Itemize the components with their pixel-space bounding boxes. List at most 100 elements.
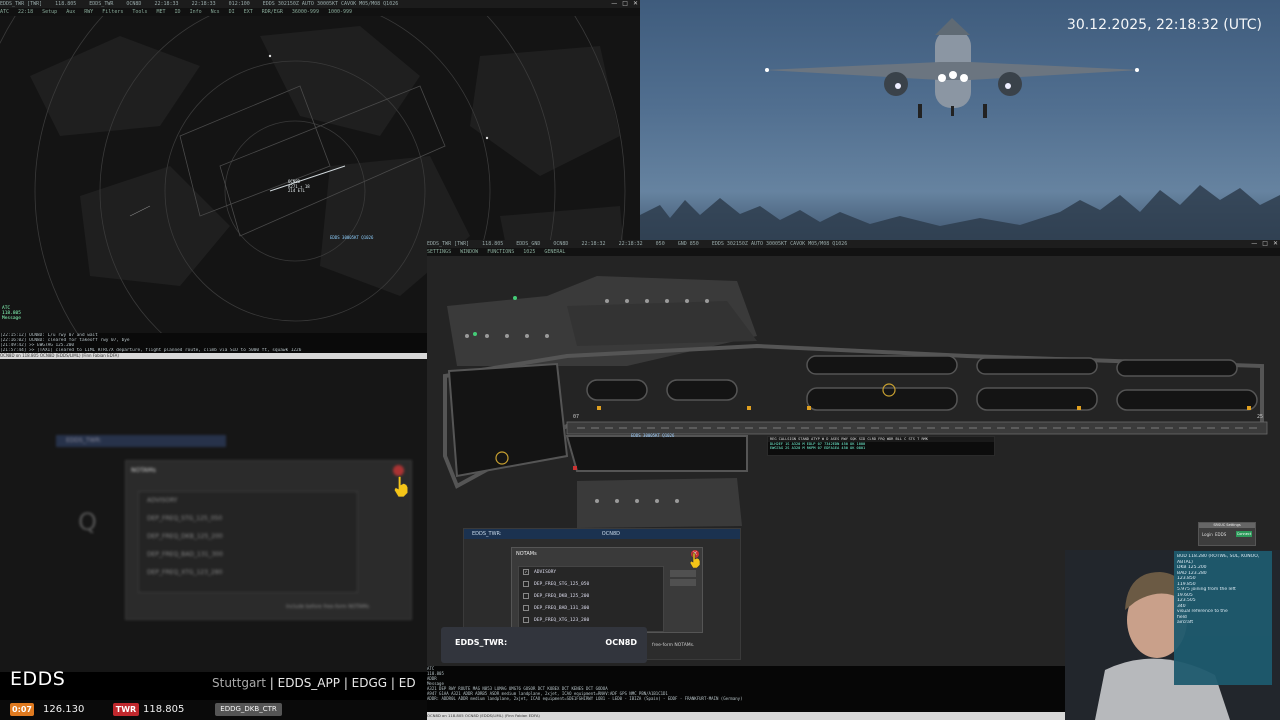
menu-time: 22:18 [18, 9, 34, 15]
camera-feed: 30.12.2025, 22:18:32 (UTC) [640, 0, 1280, 240]
checkbox-icon[interactable] [523, 616, 529, 623]
aircraft-label[interactable]: OCN8D A271 ↑ 18 214 ETL [288, 179, 310, 194]
menu-general[interactable]: GENERAL [544, 249, 565, 255]
login-station: EDDS [1215, 532, 1227, 537]
svg-text:25: 25 [1257, 414, 1263, 420]
frequency-value: 126.130 [43, 704, 85, 715]
notam-row[interactable]: DEP_FREQ_XTG_123_280 [519, 615, 663, 627]
menu-filter-upper[interactable]: 36000-999 [292, 9, 319, 15]
station-info-header: EDDS_TWR: OCN8D [464, 529, 740, 539]
notam-button[interactable] [670, 579, 696, 586]
svg-text:07: 07 [573, 414, 579, 420]
blurred-row: DEP_FREQ_DKB_125_200 [147, 533, 223, 540]
notams-dialog[interactable]: NOTAMs × ✓ADVISORY DEP_FREQ_STG_125_050 … [511, 547, 703, 633]
menu-info[interactable]: Info [190, 9, 202, 15]
frequency-value: 118.805 [143, 704, 185, 715]
blurred-notams-dialog: NOTAMs ADVISORY DEP_FREQ_STG_125_050 DEP… [125, 460, 412, 620]
station-ticker: Stuttgart | EDDS_APP | EDGG | ED [212, 676, 416, 690]
maximize-icon[interactable]: □ [622, 0, 628, 7]
title-level: 012:100 [228, 1, 250, 7]
checkbox-icon[interactable] [523, 580, 529, 587]
sector-chip: EDDG_DKB_CTR [215, 703, 282, 716]
close-icon[interactable]: ✕ [1273, 240, 1278, 247]
radar-window-controls[interactable]: — □ ✕ [606, 0, 638, 7]
title-frequency: 118.805 [55, 1, 77, 7]
title-callsign: OCN8D [553, 241, 569, 247]
ground-window-controls[interactable]: — □ ✕ [1246, 240, 1278, 247]
menu-filter-lower[interactable]: 1000-999 [328, 9, 352, 15]
aircraft-speed: 214 ETL [288, 188, 305, 193]
connect-panel[interactable]: SRSUC Settings Login EDDS Connect [1198, 522, 1256, 546]
station-callsign: OCN8D [605, 638, 637, 647]
title-gnd-level: GND 850 [677, 241, 699, 247]
radar-status-line: OCN8D on 118.805 OCN8D (EDDS/LIML) (Finn… [0, 353, 427, 359]
flight-strip-list[interactable]: REG CALLSIGN STAND ATYP W D ASES RWY SQK… [767, 436, 995, 456]
menu-id[interactable]: ID [175, 9, 181, 15]
blurred-row: ADVISORY [147, 497, 178, 504]
notam-row[interactable]: DEP_FREQ_STG_125_050 [519, 579, 663, 591]
close-icon[interactable]: ✕ [633, 0, 638, 7]
checkbox-icon[interactable] [523, 604, 529, 611]
panel-callsign: OCN8D [601, 531, 620, 537]
blurred-header: EDDS_TWR: [56, 435, 226, 447]
menu-met[interactable]: MET [156, 9, 165, 15]
menu-functions[interactable]: FUNCTIONS [487, 249, 514, 255]
menu-ncs[interactable]: Ncs [211, 9, 220, 15]
freeform-notams-label: free-form NOTAMs. [652, 643, 695, 648]
checkbox-checked-icon[interactable]: ✓ [523, 568, 529, 575]
notam-button[interactable] [670, 570, 696, 577]
checkbox-icon[interactable] [523, 592, 529, 599]
menu-ext[interactable]: EXT [244, 9, 253, 15]
flight-strip-row[interactable]: EWG7AG 2S A320 M RKPM 07 EDFA1EA 450 OK … [768, 446, 994, 451]
menu-tools[interactable]: Tools [132, 9, 147, 15]
aircraft-landing-image [640, 18, 1280, 240]
maximize-icon[interactable]: □ [1262, 240, 1268, 247]
notam-row[interactable]: DEP_FREQ_BAD_131_300 [519, 603, 663, 615]
title-clock: 22:18:32 [581, 241, 606, 247]
menu-setup[interactable]: Setup [42, 9, 57, 15]
airport-code: EDDS [10, 668, 66, 690]
connect-button[interactable]: Connect [1236, 531, 1252, 537]
radar-menubar[interactable]: ATC 22:18 Setup Aux RWY Filters Tools ME… [0, 8, 640, 16]
title-level: 050 [655, 241, 665, 247]
blurred-row: DEP_FREQ_STG_125_050 [147, 515, 223, 522]
menu-filters[interactable]: Filters [102, 9, 123, 15]
radar-titlebar: EDDS_TWR [TWR] 118.805 EDDS_TWR OCN8D 22… [0, 0, 640, 8]
title-position: EDDS_TWR [89, 1, 114, 7]
title-frequency: 118.805 [482, 241, 504, 247]
login-label: Login [1202, 532, 1213, 537]
notam-row[interactable]: ✓ ADVISORY [519, 567, 663, 579]
notam-row[interactable]: DEP_FREQ_DKB_125_200 [519, 591, 663, 603]
menu-qnh: 1025 [523, 249, 536, 255]
menu-rwy[interactable]: RWY [84, 9, 93, 15]
message-history: [22:15:12] OCN8D: L/u rwy 07 and wait [2… [0, 333, 427, 353]
metar-label: EDDS 30005KT Q1026 [631, 433, 675, 438]
menu-window[interactable]: WINDOW [460, 249, 478, 255]
title-station: EDDS_TWR [TWR] [427, 241, 470, 247]
blurred-row: DEP_FREQ_BAD_131_300 [147, 551, 223, 558]
menu-di[interactable]: DI [229, 9, 235, 15]
station-name: EDDS_TWR: [455, 638, 508, 647]
blurred-row: DEP_FREQ_XTG_123_280 [147, 569, 223, 576]
menu-aux[interactable]: Aux [66, 9, 75, 15]
chat-overlay: BUD 118.280 (ROTWE, SUL, KUNOO, ABTAL) DKB… [1174, 551, 1272, 685]
menu-rdr[interactable]: RDR/EGR [262, 9, 283, 15]
camera-timestamp: 30.12.2025, 22:18:32 (UTC) [1066, 17, 1262, 33]
notam-side-buttons[interactable] [670, 570, 696, 588]
hand-cursor-icon [393, 475, 409, 497]
minimize-icon[interactable]: — [1251, 240, 1257, 247]
title-metar: EDDS 302150Z AUTO 30005KT CAVOK M05/M08 … [711, 241, 848, 247]
title-clock-2: 22:18:32 [618, 241, 643, 247]
menu-atc[interactable]: ATC [0, 9, 9, 15]
connect-title: SRSUC Settings [1199, 523, 1255, 528]
ground-menubar[interactable]: SETTINGS WINDOW FUNCTIONS 1025 GENERAL [427, 248, 1280, 256]
notam-list[interactable]: ✓ ADVISORY DEP_FREQ_STG_125_050 DEP_FREQ_… [518, 566, 664, 632]
menu-settings[interactable]: SETTINGS [427, 249, 451, 255]
metar-label: EDDS 30005KT Q1026 [330, 235, 374, 240]
title-callsign: OCN8D [126, 1, 142, 7]
title-clock: 22:18:33 [154, 1, 179, 7]
notams-title: NOTAMs [516, 551, 537, 557]
ground-titlebar: EDDS_TWR [TWR] 118.805 EDDS_GND OCN8D 22… [427, 240, 1280, 248]
minimize-icon[interactable]: — [611, 0, 617, 7]
blurred-zoom-view: EDDS_TWR: NOTAMs ADVISORY DEP_FREQ_STG_1… [0, 360, 427, 672]
